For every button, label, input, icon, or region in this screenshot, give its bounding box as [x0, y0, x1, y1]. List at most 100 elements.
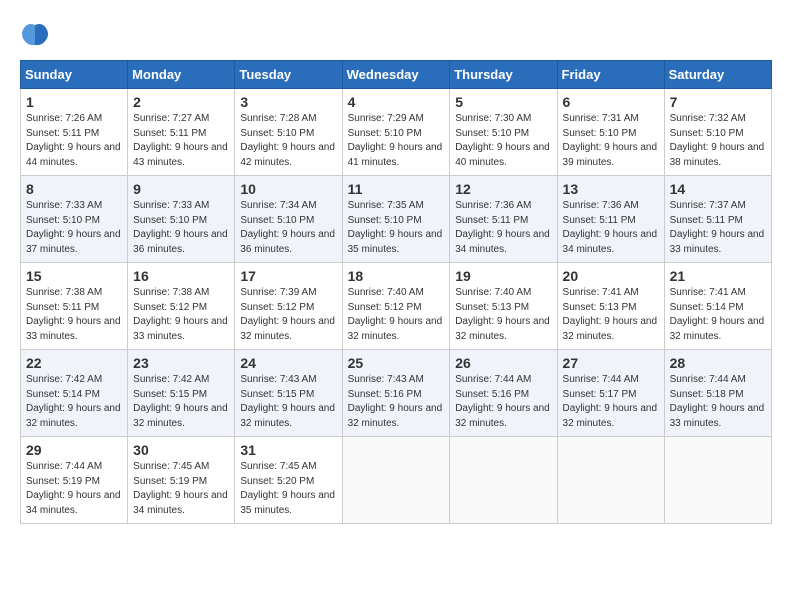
calendar-cell [664, 437, 771, 524]
day-info: Sunrise: 7:42 AMSunset: 5:15 PMDaylight:… [133, 373, 229, 431]
day-number: 22 [26, 355, 122, 371]
calendar-cell: 29 Sunrise: 7:44 AMSunset: 5:19 PMDayligh… [21, 437, 128, 524]
day-number: 12 [455, 181, 551, 197]
day-number: 30 [133, 442, 229, 458]
day-number: 31 [240, 442, 336, 458]
day-number: 6 [563, 94, 659, 110]
calendar-week-2: 8 Sunrise: 7:33 AMSunset: 5:10 PMDaylight… [21, 176, 772, 263]
day-info: Sunrise: 7:38 AMSunset: 5:11 PMDaylight:… [26, 286, 122, 344]
day-number: 2 [133, 94, 229, 110]
calendar-cell: 18 Sunrise: 7:40 AMSunset: 5:12 PMDayligh… [342, 263, 450, 350]
calendar-cell: 28 Sunrise: 7:44 AMSunset: 5:18 PMDayligh… [664, 350, 771, 437]
calendar-cell: 2 Sunrise: 7:27 AMSunset: 5:11 PMDaylight… [128, 89, 235, 176]
day-number: 25 [348, 355, 445, 371]
day-number: 4 [348, 94, 445, 110]
day-info: Sunrise: 7:44 AMSunset: 5:16 PMDaylight:… [455, 373, 551, 431]
logo [20, 20, 54, 50]
day-number: 16 [133, 268, 229, 284]
day-info: Sunrise: 7:31 AMSunset: 5:10 PMDaylight:… [563, 112, 659, 170]
calendar-cell: 26 Sunrise: 7:44 AMSunset: 5:16 PMDayligh… [450, 350, 557, 437]
calendar-table: SundayMondayTuesdayWednesdayThursdayFrid… [20, 60, 772, 524]
day-info: Sunrise: 7:32 AMSunset: 5:10 PMDaylight:… [670, 112, 766, 170]
day-info: Sunrise: 7:45 AMSunset: 5:20 PMDaylight:… [240, 460, 336, 518]
day-info: Sunrise: 7:41 AMSunset: 5:14 PMDaylight:… [670, 286, 766, 344]
day-info: Sunrise: 7:41 AMSunset: 5:13 PMDaylight:… [563, 286, 659, 344]
calendar-cell [450, 437, 557, 524]
day-info: Sunrise: 7:36 AMSunset: 5:11 PMDaylight:… [455, 199, 551, 257]
day-info: Sunrise: 7:29 AMSunset: 5:10 PMDaylight:… [348, 112, 445, 170]
calendar-cell: 23 Sunrise: 7:42 AMSunset: 5:15 PMDayligh… [128, 350, 235, 437]
calendar-cell: 27 Sunrise: 7:44 AMSunset: 5:17 PMDayligh… [557, 350, 664, 437]
day-info: Sunrise: 7:44 AMSunset: 5:19 PMDaylight:… [26, 460, 122, 518]
weekday-saturday: Saturday [664, 61, 771, 89]
day-number: 17 [240, 268, 336, 284]
calendar-cell: 17 Sunrise: 7:39 AMSunset: 5:12 PMDayligh… [235, 263, 342, 350]
day-info: Sunrise: 7:43 AMSunset: 5:16 PMDaylight:… [348, 373, 445, 431]
calendar-cell [342, 437, 450, 524]
day-info: Sunrise: 7:33 AMSunset: 5:10 PMDaylight:… [133, 199, 229, 257]
day-number: 19 [455, 268, 551, 284]
day-info: Sunrise: 7:35 AMSunset: 5:10 PMDaylight:… [348, 199, 445, 257]
weekday-monday: Monday [128, 61, 235, 89]
weekday-friday: Friday [557, 61, 664, 89]
calendar-week-1: 1 Sunrise: 7:26 AMSunset: 5:11 PMDaylight… [21, 89, 772, 176]
day-number: 11 [348, 181, 445, 197]
day-number: 24 [240, 355, 336, 371]
calendar-cell: 30 Sunrise: 7:45 AMSunset: 5:19 PMDayligh… [128, 437, 235, 524]
calendar-cell: 8 Sunrise: 7:33 AMSunset: 5:10 PMDaylight… [21, 176, 128, 263]
calendar-cell: 20 Sunrise: 7:41 AMSunset: 5:13 PMDayligh… [557, 263, 664, 350]
calendar-body: 1 Sunrise: 7:26 AMSunset: 5:11 PMDaylight… [21, 89, 772, 524]
day-info: Sunrise: 7:27 AMSunset: 5:11 PMDaylight:… [133, 112, 229, 170]
day-number: 8 [26, 181, 122, 197]
calendar-cell: 24 Sunrise: 7:43 AMSunset: 5:15 PMDayligh… [235, 350, 342, 437]
day-number: 23 [133, 355, 229, 371]
day-number: 20 [563, 268, 659, 284]
calendar-week-3: 15 Sunrise: 7:38 AMSunset: 5:11 PMDayligh… [21, 263, 772, 350]
calendar-cell: 19 Sunrise: 7:40 AMSunset: 5:13 PMDayligh… [450, 263, 557, 350]
weekday-sunday: Sunday [21, 61, 128, 89]
calendar-cell: 4 Sunrise: 7:29 AMSunset: 5:10 PMDaylight… [342, 89, 450, 176]
calendar-cell: 25 Sunrise: 7:43 AMSunset: 5:16 PMDayligh… [342, 350, 450, 437]
day-number: 26 [455, 355, 551, 371]
page-header [20, 20, 772, 50]
day-number: 3 [240, 94, 336, 110]
day-info: Sunrise: 7:30 AMSunset: 5:10 PMDaylight:… [455, 112, 551, 170]
day-info: Sunrise: 7:44 AMSunset: 5:17 PMDaylight:… [563, 373, 659, 431]
calendar-cell: 21 Sunrise: 7:41 AMSunset: 5:14 PMDayligh… [664, 263, 771, 350]
day-info: Sunrise: 7:40 AMSunset: 5:12 PMDaylight:… [348, 286, 445, 344]
day-info: Sunrise: 7:43 AMSunset: 5:15 PMDaylight:… [240, 373, 336, 431]
day-number: 27 [563, 355, 659, 371]
weekday-tuesday: Tuesday [235, 61, 342, 89]
day-info: Sunrise: 7:26 AMSunset: 5:11 PMDaylight:… [26, 112, 122, 170]
day-number: 29 [26, 442, 122, 458]
calendar-cell: 12 Sunrise: 7:36 AMSunset: 5:11 PMDayligh… [450, 176, 557, 263]
logo-icon [20, 20, 50, 50]
day-number: 28 [670, 355, 766, 371]
day-number: 18 [348, 268, 445, 284]
calendar-cell: 9 Sunrise: 7:33 AMSunset: 5:10 PMDaylight… [128, 176, 235, 263]
day-number: 15 [26, 268, 122, 284]
calendar-cell: 31 Sunrise: 7:45 AMSunset: 5:20 PMDayligh… [235, 437, 342, 524]
calendar-cell: 7Sunrise: 7:32 AMSunset: 5:10 PMDaylight… [664, 89, 771, 176]
day-number: 14 [670, 181, 766, 197]
day-info: Sunrise: 7:44 AMSunset: 5:18 PMDaylight:… [670, 373, 766, 431]
day-info: Sunrise: 7:40 AMSunset: 5:13 PMDaylight:… [455, 286, 551, 344]
day-number: 1 [26, 94, 122, 110]
calendar-cell: 14 Sunrise: 7:37 AMSunset: 5:11 PMDayligh… [664, 176, 771, 263]
day-number: 21 [670, 268, 766, 284]
calendar-cell: 13Sunrise: 7:36 AMSunset: 5:11 PMDayligh… [557, 176, 664, 263]
day-info: Sunrise: 7:36 AMSunset: 5:11 PMDaylight:… [563, 199, 659, 257]
day-info: Sunrise: 7:45 AMSunset: 5:19 PMDaylight:… [133, 460, 229, 518]
day-info: Sunrise: 7:38 AMSunset: 5:12 PMDaylight:… [133, 286, 229, 344]
calendar-cell: 5 Sunrise: 7:30 AMSunset: 5:10 PMDaylight… [450, 89, 557, 176]
day-number: 5 [455, 94, 551, 110]
calendar-cell: 3 Sunrise: 7:28 AMSunset: 5:10 PMDaylight… [235, 89, 342, 176]
calendar-cell: 6 Sunrise: 7:31 AMSunset: 5:10 PMDaylight… [557, 89, 664, 176]
day-info: Sunrise: 7:37 AMSunset: 5:11 PMDaylight:… [670, 199, 766, 257]
day-number: 9 [133, 181, 229, 197]
day-info: Sunrise: 7:39 AMSunset: 5:12 PMDaylight:… [240, 286, 336, 344]
calendar-cell: 15 Sunrise: 7:38 AMSunset: 5:11 PMDayligh… [21, 263, 128, 350]
calendar-cell [557, 437, 664, 524]
day-info: Sunrise: 7:28 AMSunset: 5:10 PMDaylight:… [240, 112, 336, 170]
day-info: Sunrise: 7:33 AMSunset: 5:10 PMDaylight:… [26, 199, 122, 257]
